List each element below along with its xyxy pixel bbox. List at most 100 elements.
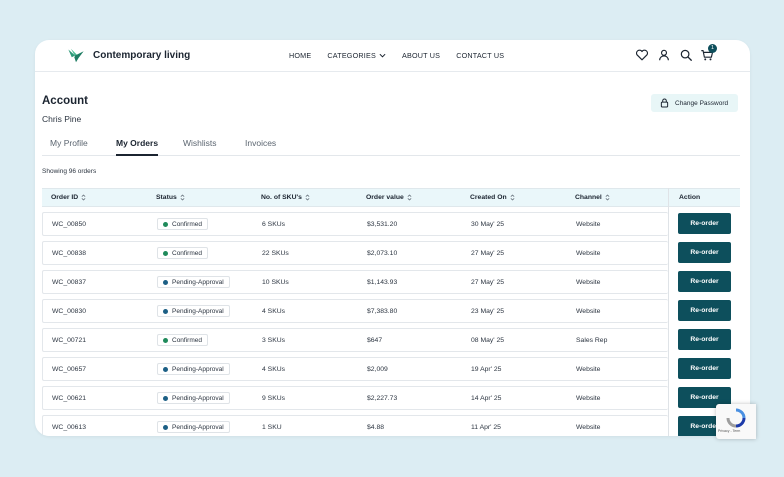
- column-created-on[interactable]: Created On: [470, 194, 515, 201]
- cell-channel: Website: [576, 366, 601, 373]
- reorder-button[interactable]: Re-order: [678, 271, 731, 292]
- cell-order-id[interactable]: WC_00850: [52, 221, 86, 228]
- bird-logo-icon[interactable]: [67, 47, 85, 64]
- page-card: Contemporary living HOME CATEGORIES ABOU…: [35, 40, 750, 436]
- status-dot-icon: [163, 221, 168, 227]
- cell-order-id[interactable]: WC_00837: [52, 279, 86, 286]
- cell-order-value: $1,143.93: [367, 279, 398, 286]
- column-channel[interactable]: Channel: [575, 194, 610, 201]
- cell-created-on: 08 May' 25: [471, 337, 505, 344]
- status-label: Confirmed: [172, 220, 202, 228]
- cell-sku-count: 10 SKUs: [262, 279, 289, 286]
- table-row[interactable]: WC_00721 3 SKUs $647 08 May' 25 Sales Rep Con…: [42, 328, 668, 352]
- status-dot-icon: [163, 424, 168, 430]
- sort-icon: [510, 194, 515, 201]
- column-status[interactable]: Status: [156, 194, 185, 201]
- table-row[interactable]: WC_00830 4 SKUs $7,383.80 23 May' 25 Website…: [42, 299, 668, 323]
- table-row[interactable]: WC_00838 22 SKUs $2,073.10 27 May' 25 Websit…: [42, 241, 668, 265]
- table-row[interactable]: WC_00613 1 SKU $4.88 11 Apr' 25 Website Pendi…: [42, 415, 668, 436]
- status-badge: Pending-Approval: [157, 363, 230, 375]
- nav-about[interactable]: ABOUT US: [402, 51, 440, 60]
- recaptcha-icon: [726, 408, 746, 428]
- cell-channel: Website: [576, 221, 601, 228]
- cell-sku-count: 9 SKUs: [262, 395, 286, 402]
- status-badge: Confirmed: [157, 218, 208, 230]
- column-order-value[interactable]: Order value: [366, 194, 412, 201]
- recaptcha-text: Privacy - Term: [718, 429, 741, 433]
- nav-categories[interactable]: CATEGORIES: [327, 51, 386, 60]
- cell-order-value: $647: [367, 337, 383, 344]
- cell-channel: Website: [576, 395, 601, 402]
- cell-created-on: 14 Apr' 25: [471, 395, 502, 402]
- orders-count: Showing 96 orders: [42, 168, 97, 175]
- column-sku-count-label: No. of SKU's: [261, 194, 302, 201]
- cell-order-id[interactable]: WC_00613: [52, 424, 86, 431]
- sort-icon: [81, 194, 86, 201]
- status-dot-icon: [163, 250, 168, 256]
- nav-about-label: ABOUT US: [401, 51, 441, 60]
- cell-sku-count: 4 SKUs: [262, 308, 286, 315]
- table-row[interactable]: WC_00850 6 SKUs $3,531.20 30 May' 25 Website…: [42, 212, 668, 236]
- cell-order-id[interactable]: WC_00621: [52, 395, 86, 402]
- cell-sku-count: 6 SKUs: [262, 221, 286, 228]
- cell-channel: Website: [576, 250, 601, 257]
- search-icon[interactable]: [679, 48, 693, 62]
- tab-invoices[interactable]: Invoices: [245, 138, 276, 156]
- status-badge: Confirmed: [157, 334, 208, 346]
- nav-home[interactable]: HOME: [289, 51, 311, 60]
- reorder-button[interactable]: Re-order: [678, 329, 731, 350]
- sort-icon: [605, 194, 610, 201]
- column-order-id-label: Order ID: [51, 194, 79, 201]
- reorder-button[interactable]: Re-order: [678, 358, 731, 379]
- column-sku-count[interactable]: No. of SKU's: [261, 194, 310, 201]
- reorder-button[interactable]: Re-order: [678, 213, 731, 234]
- table-row[interactable]: WC_00657 4 SKUs $2,009 19 Apr' 25 Website Pen…: [42, 357, 668, 381]
- status-badge: Pending-Approval: [157, 421, 230, 433]
- cell-order-id[interactable]: WC_00830: [52, 308, 86, 315]
- orders-table-header: Order ID Status No. of SKU's Order value…: [42, 188, 740, 207]
- column-order-id[interactable]: Order ID: [51, 194, 86, 201]
- status-label: Confirmed: [172, 249, 202, 257]
- status-dot-icon: [163, 308, 168, 314]
- brand-name[interactable]: Contemporary living: [93, 50, 190, 61]
- user-icon[interactable]: [657, 48, 671, 62]
- chevron-down-icon: [379, 53, 386, 58]
- tab-my-orders[interactable]: My Orders: [116, 138, 159, 156]
- reorder-button[interactable]: Re-order: [678, 300, 731, 321]
- sort-icon: [305, 194, 310, 201]
- cell-channel: Website: [576, 424, 601, 431]
- status-dot-icon: [163, 366, 168, 372]
- status-label: Confirmed: [172, 336, 202, 344]
- cell-channel: Sales Rep: [576, 337, 608, 344]
- status-label: Pending-Approval: [172, 423, 224, 431]
- cell-sku-count: 3 SKUs: [262, 337, 286, 344]
- reorder-button[interactable]: Re-order: [678, 242, 731, 263]
- cell-created-on: 27 May' 25: [471, 250, 505, 257]
- table-row[interactable]: WC_00837 10 SKUs $1,143.93 27 May' 25 Websit…: [42, 270, 668, 294]
- cell-order-id[interactable]: WC_00721: [52, 337, 86, 344]
- cell-created-on: 19 Apr' 25: [471, 366, 502, 373]
- column-created-on-label: Created On: [470, 194, 507, 201]
- cell-order-value: $2,073.10: [367, 250, 398, 257]
- account-tabs: My Profile My Orders Wishlists Invoices: [42, 138, 740, 156]
- cell-channel: Website: [576, 279, 601, 286]
- status-badge: Pending-Approval: [157, 305, 230, 317]
- tab-my-profile[interactable]: My Profile: [50, 138, 88, 156]
- change-password-button[interactable]: Change Password: [651, 94, 738, 112]
- cell-order-id[interactable]: WC_00838: [52, 250, 86, 257]
- recaptcha-badge[interactable]: Privacy - Term: [716, 404, 756, 439]
- tab-wishlists[interactable]: Wishlists: [183, 138, 217, 156]
- cell-created-on: 11 Apr' 25: [471, 424, 501, 431]
- column-channel-label: Channel: [575, 194, 602, 201]
- status-dot-icon: [163, 337, 168, 343]
- sort-icon: [407, 194, 412, 201]
- heart-icon[interactable]: [635, 48, 649, 62]
- cell-sku-count: 4 SKUs: [262, 366, 286, 373]
- cell-order-id[interactable]: WC_00657: [52, 366, 86, 373]
- cell-created-on: 27 May' 25: [471, 279, 505, 286]
- cell-sku-count: 22 SKUs: [262, 250, 289, 257]
- nav-contact[interactable]: CONTACT US: [456, 51, 504, 60]
- cell-sku-count: 1 SKU: [262, 424, 282, 431]
- table-row[interactable]: WC_00621 9 SKUs $2,227.73 14 Apr' 25 Website…: [42, 386, 668, 410]
- cell-order-value: $7,383.80: [367, 308, 398, 315]
